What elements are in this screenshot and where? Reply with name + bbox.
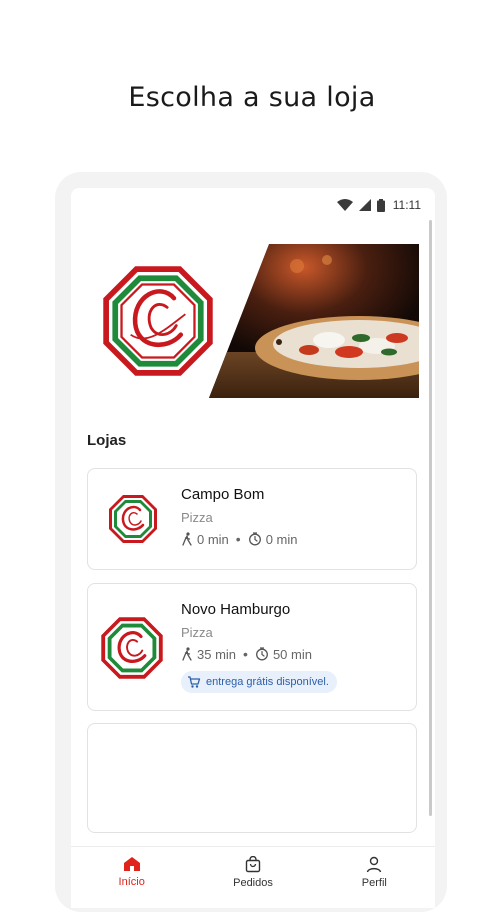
store-logo — [101, 617, 163, 679]
store-name: Campo Bom — [181, 486, 265, 503]
person-icon — [367, 856, 382, 873]
store-category: Pizza — [181, 510, 213, 525]
badge-text: entrega grátis disponível. — [206, 676, 329, 688]
hero-banner — [71, 244, 419, 398]
signal-icon — [358, 199, 371, 211]
store-card-campo-bom[interactable]: Campo Bom Pizza 0 min • 0 min — [87, 468, 417, 570]
bottom-tab-bar: Início Pedidos Perfil — [71, 846, 435, 908]
battery-icon — [376, 198, 385, 212]
scrollbar[interactable] — [429, 220, 432, 816]
delivery-timer-icon — [255, 647, 268, 661]
shopping-bag-icon — [245, 856, 261, 873]
walk-time: 35 min — [197, 646, 237, 662]
separator-dot: • — [235, 531, 241, 547]
tab-perfil[interactable]: Perfil — [314, 847, 435, 908]
store-card-placeholder[interactable] — [87, 723, 417, 833]
store-times: 35 min • 50 min — [181, 646, 312, 662]
delivery-timer-icon — [248, 532, 261, 546]
delivery-cart-icon — [188, 676, 201, 688]
tab-pedidos[interactable]: Pedidos — [192, 847, 313, 908]
walk-time: 0 min — [197, 531, 229, 547]
app-screen: 11:11 Lojas Campo Bom Pizza 0 min • 0 mi… — [71, 188, 435, 908]
store-times: 0 min • 0 min — [181, 531, 298, 547]
brand-logo — [103, 266, 213, 376]
page-headline: Escolha a sua loja — [128, 82, 376, 113]
delivery-time: 50 min — [272, 646, 312, 662]
walking-icon — [182, 647, 192, 661]
delivery-time: 0 min — [265, 531, 298, 547]
status-bar: 11:11 — [336, 196, 421, 214]
store-name: Novo Hamburgo — [181, 601, 291, 618]
status-time: 11:11 — [392, 198, 421, 212]
home-icon — [123, 857, 140, 871]
store-logo — [109, 495, 157, 543]
separator-dot: • — [243, 646, 248, 662]
tab-label: Pedidos — [233, 877, 273, 889]
section-title-stores: Lojas — [87, 432, 127, 449]
walking-icon — [182, 532, 192, 546]
tab-label: Perfil — [361, 877, 387, 889]
pizza-photo — [209, 244, 419, 398]
free-delivery-badge: entrega grátis disponível. — [181, 671, 337, 693]
store-category: Pizza — [181, 625, 213, 640]
store-card-novo-hamburgo[interactable]: Novo Hamburgo Pizza 35 min • 50 min entr… — [87, 583, 417, 711]
wifi-icon — [336, 199, 353, 211]
tab-label: Início — [118, 876, 145, 888]
tab-inicio[interactable]: Início — [71, 847, 192, 908]
